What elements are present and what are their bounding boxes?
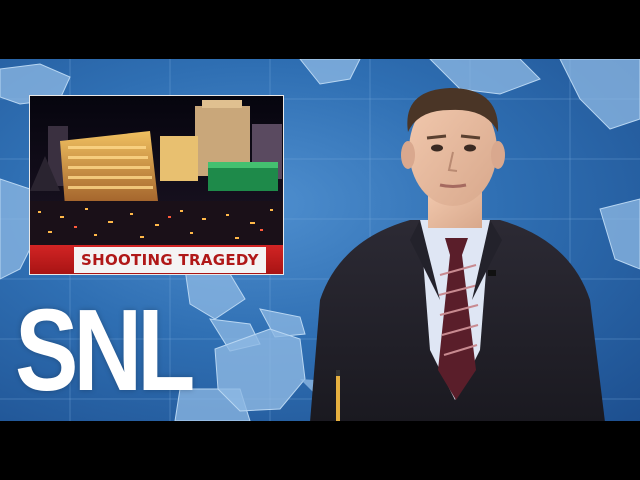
- news-inset-panel: SHOOTING TRAGEDY: [29, 95, 284, 275]
- video-frame: SHOOTING TRAGEDY SNL: [0, 0, 640, 480]
- las-vegas-skyline-photo: [30, 96, 283, 246]
- letterbox-top: [0, 0, 640, 59]
- news-caption: SHOOTING TRAGEDY: [81, 250, 259, 269]
- news-anchor: [310, 88, 605, 422]
- letterbox-bottom: [0, 421, 640, 480]
- snl-logo: SNL: [15, 285, 195, 415]
- news-caption-bar: SHOOTING TRAGEDY: [30, 245, 283, 274]
- news-caption-box: SHOOTING TRAGEDY: [74, 246, 266, 273]
